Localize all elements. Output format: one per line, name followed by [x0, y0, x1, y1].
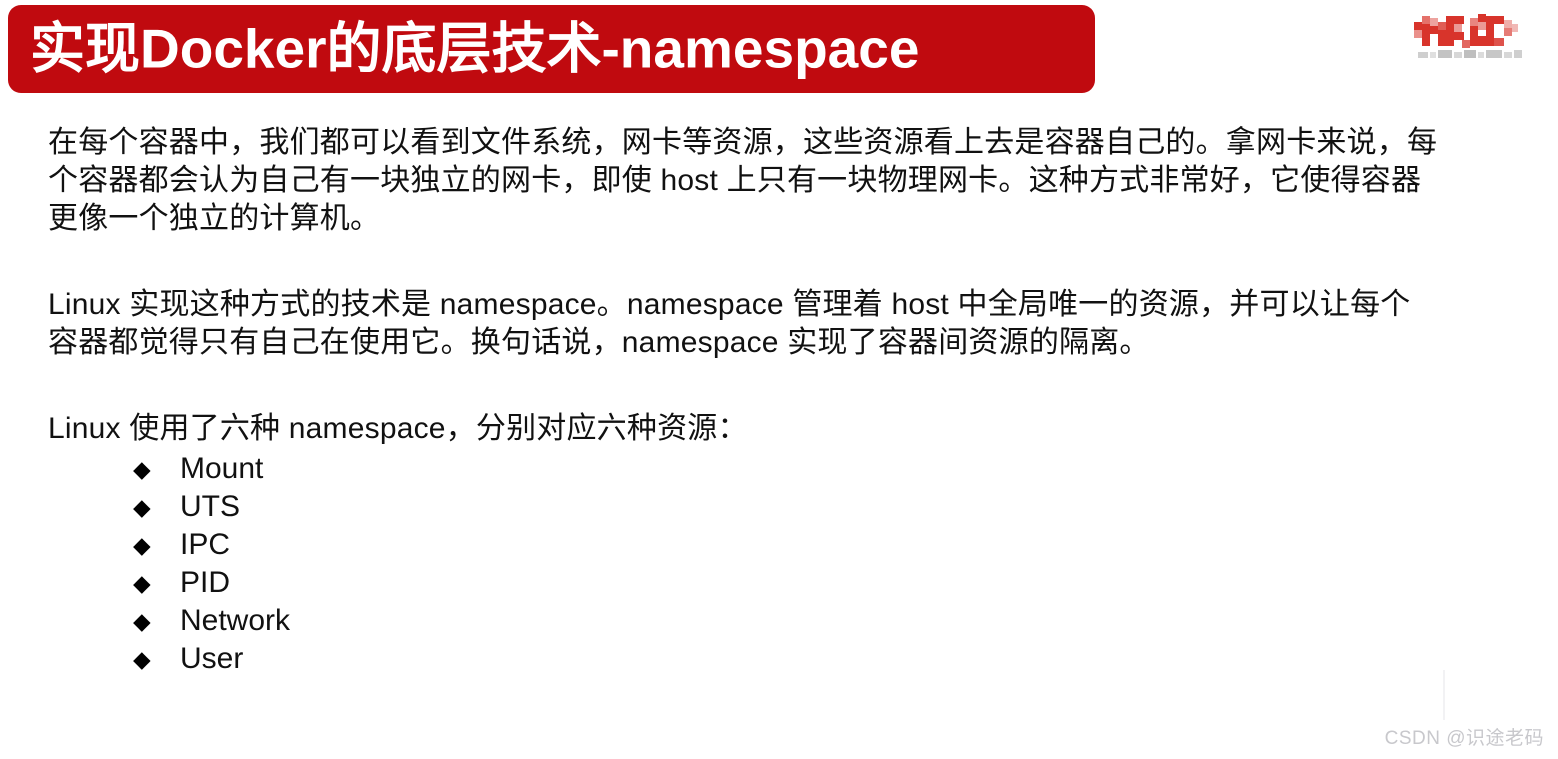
paragraph-1-line-1: 在每个容器中，我们都可以看到文件系统，网卡等资源，这些资源看上去是容器自己的。拿…	[48, 126, 1438, 159]
list-item-label: Network	[180, 604, 291, 637]
mosaic-logo	[1408, 6, 1536, 62]
list-item: ◆ Network	[48, 602, 1516, 640]
diamond-bullet-icon: ◆	[133, 608, 151, 634]
paragraph-2: Linux 实现这种方式的技术是 namespace。namespace 管理着…	[48, 286, 1516, 362]
edge-artifact	[1443, 670, 1445, 720]
csdn-watermark: CSDN @识途老码	[1384, 728, 1544, 749]
diamond-bullet-icon: ◆	[133, 494, 151, 520]
page-title: 实现Docker的底层技术-namespace	[30, 17, 920, 80]
list-item: ◆ UTS	[48, 488, 1516, 526]
paragraph-1: 在每个容器中，我们都可以看到文件系统，网卡等资源，这些资源看上去是容器自己的。拿…	[48, 124, 1516, 238]
list-item: ◆ Mount	[48, 450, 1516, 488]
namespace-list: ◆ Mount ◆ UTS ◆ IPC ◆ PID ◆ Network ◆ Us…	[48, 450, 1516, 678]
diamond-bullet-icon: ◆	[133, 570, 151, 596]
diamond-bullet-icon: ◆	[133, 646, 151, 672]
title-banner: 实现Docker的底层技术-namespace	[8, 5, 1095, 93]
list-item: ◆ IPC	[48, 526, 1516, 564]
list-item-label: Mount	[180, 452, 264, 485]
list-item-label: IPC	[180, 528, 231, 561]
paragraph-2-line-1: Linux 实现这种方式的技术是 namespace。namespace 管理着…	[48, 288, 1411, 321]
list-item: ◆ User	[48, 640, 1516, 678]
diamond-bullet-icon: ◆	[133, 532, 151, 558]
list-item: ◆ PID	[48, 564, 1516, 602]
list-item-label: PID	[180, 566, 231, 599]
paragraph-3: Linux 使用了六种 namespace，分别对应六种资源：	[48, 410, 1516, 448]
paragraph-1-line-3: 更像一个独立的计算机。	[48, 202, 381, 235]
list-item-label: User	[180, 642, 244, 675]
list-item-label: UTS	[180, 490, 240, 523]
paragraph-3-line-1: Linux 使用了六种 namespace，分别对应六种资源：	[48, 412, 748, 445]
paragraph-1-line-2: 个容器都会认为自己有一块独立的网卡，即使 host 上只有一块物理网卡。这种方式…	[48, 164, 1422, 197]
paragraph-2-line-2: 容器都觉得只有自己在使用它。换句话说，namespace 实现了容器间资源的隔离…	[48, 326, 1150, 359]
diamond-bullet-icon: ◆	[133, 456, 151, 482]
slide-content: 在每个容器中，我们都可以看到文件系统，网卡等资源，这些资源看上去是容器自己的。拿…	[48, 124, 1516, 678]
